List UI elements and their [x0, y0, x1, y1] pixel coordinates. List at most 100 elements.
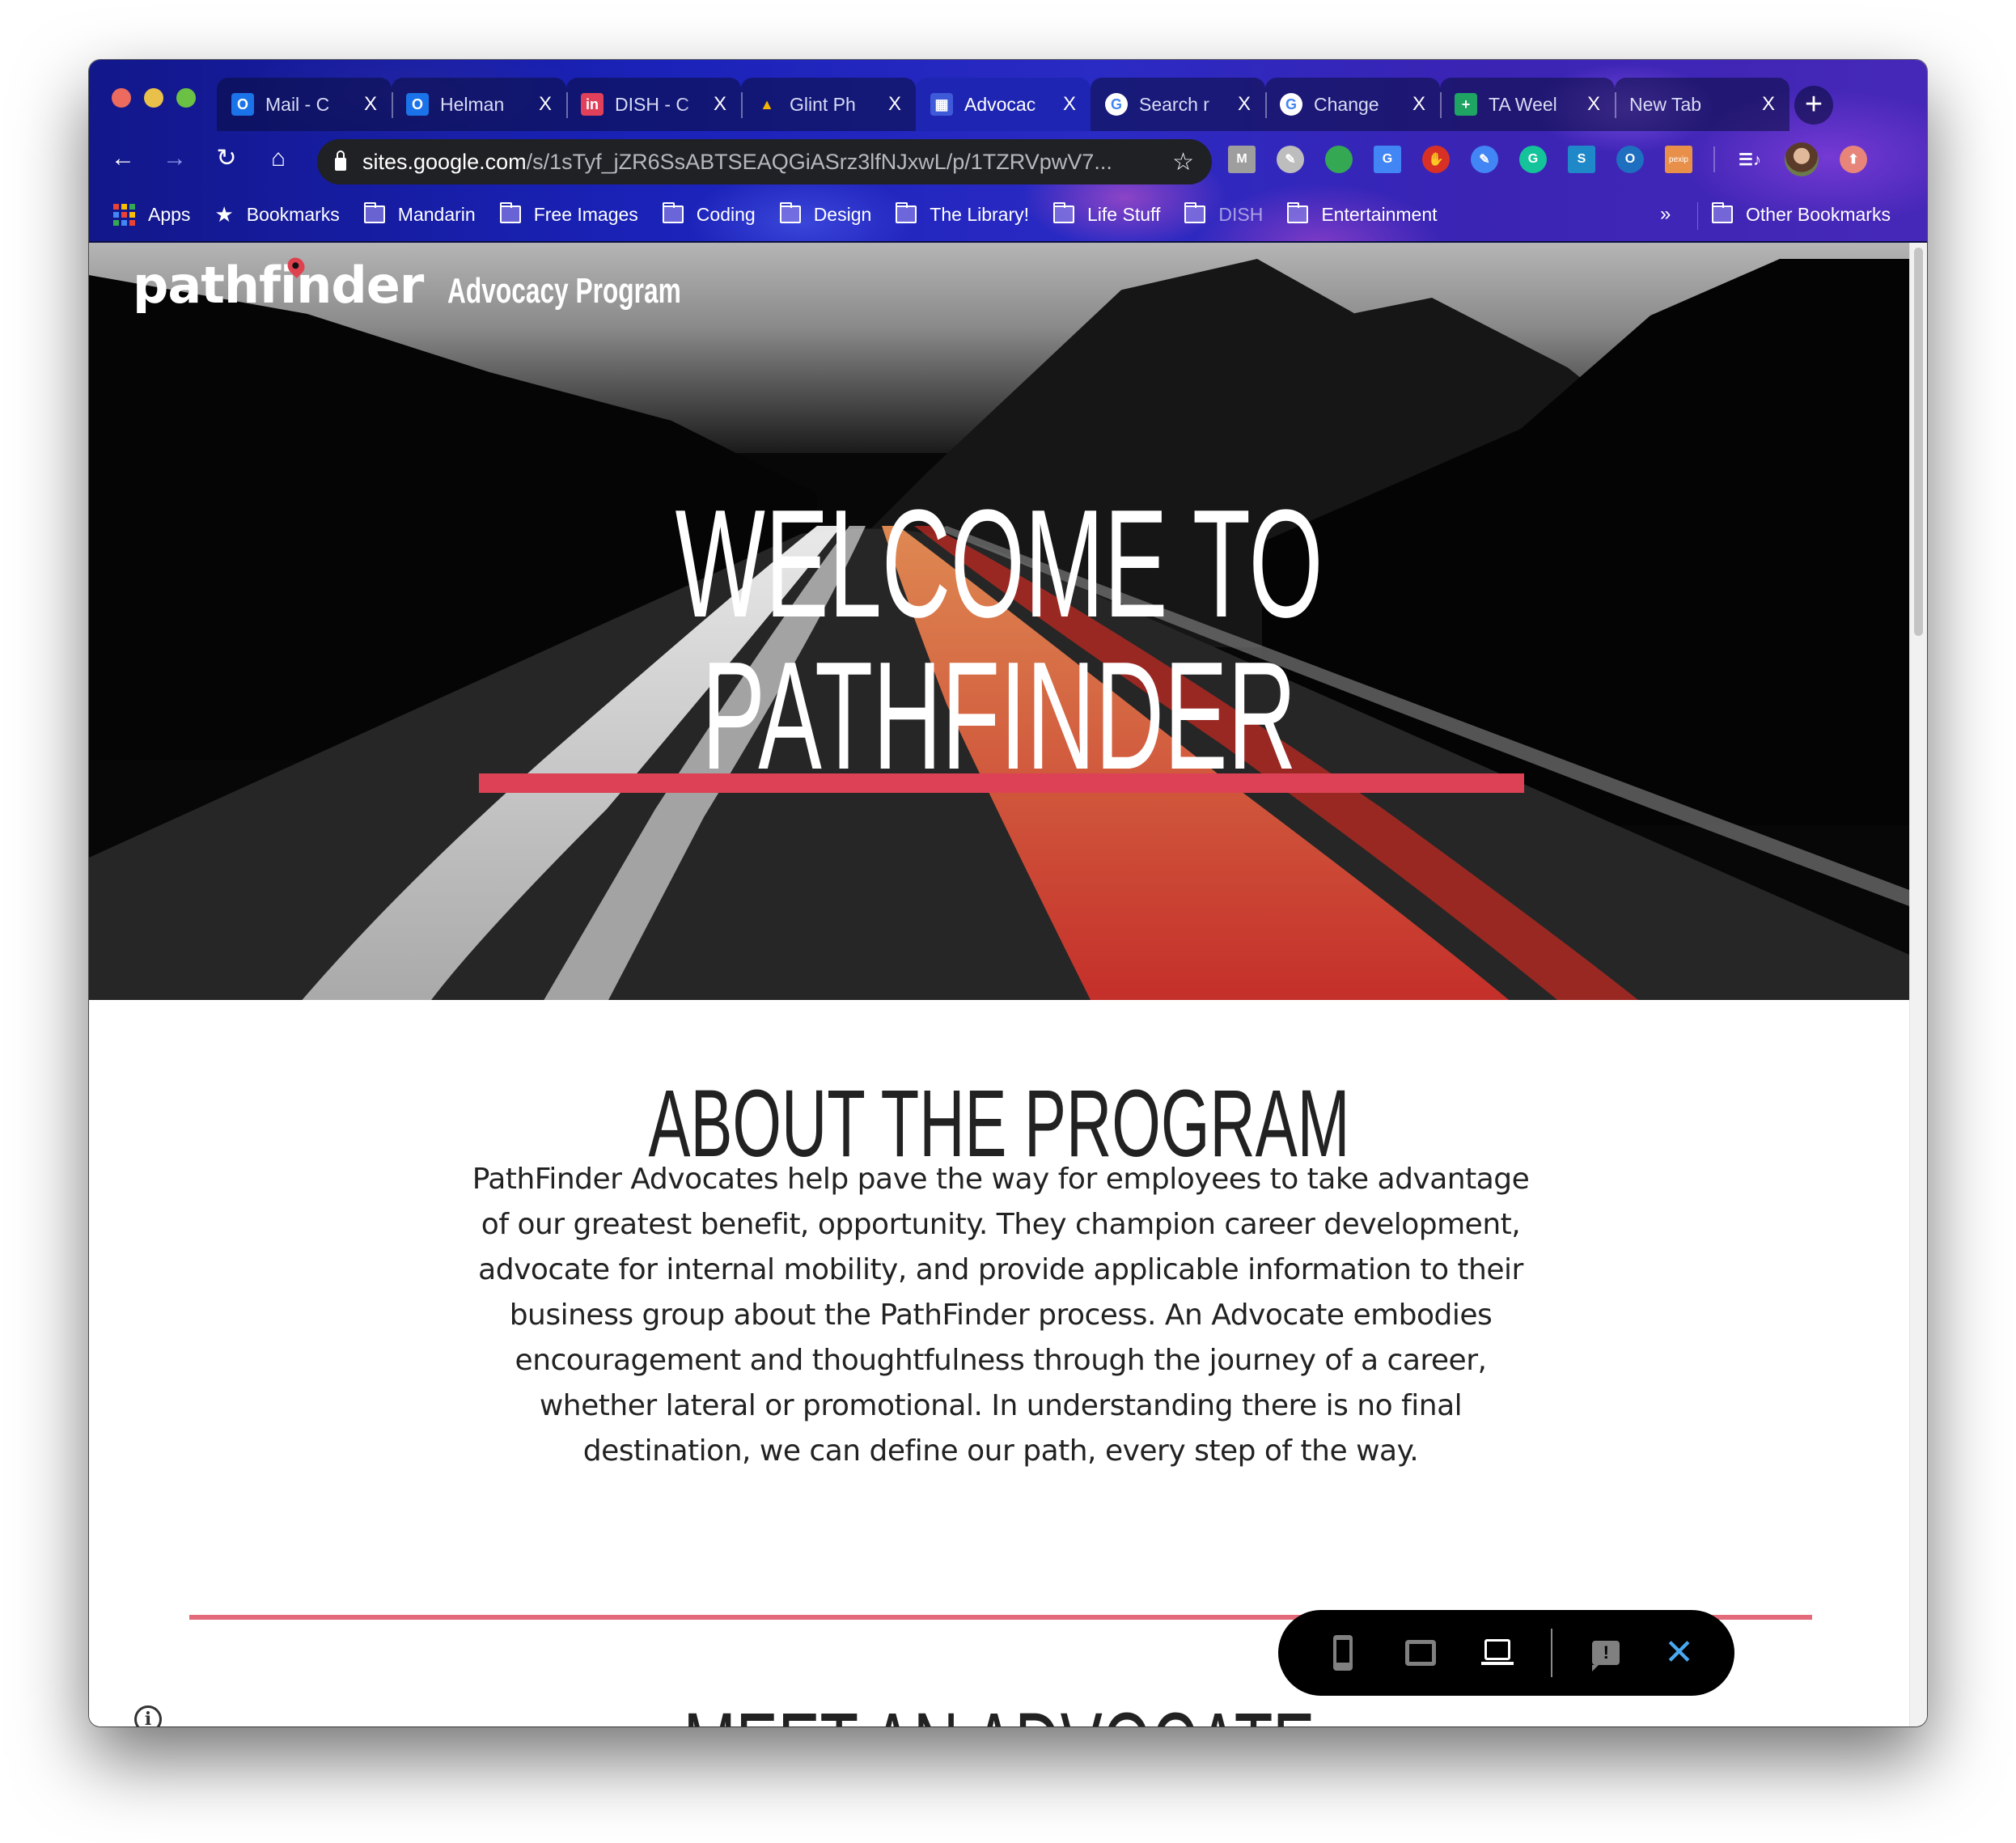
home-button[interactable]: ⌂: [262, 142, 294, 175]
preview-phone-button[interactable]: [1319, 1629, 1367, 1677]
tab-close-icon[interactable]: X: [1063, 93, 1076, 116]
bookmark-design[interactable]: Design: [779, 202, 871, 226]
bookmarks-overflow-button[interactable]: »: [1660, 203, 1671, 226]
bookmark-label: Life Stuff: [1087, 203, 1161, 225]
reload-button[interactable]: ↻: [210, 142, 243, 175]
bookmark-dish[interactable]: DISH: [1184, 202, 1264, 226]
tab-8[interactable]: New Tab X: [1615, 78, 1789, 131]
hero-title-line1: WELCOME TO: [675, 478, 1324, 650]
media-control-icon[interactable]: ☰♪: [1736, 146, 1764, 173]
preview-close-button[interactable]: ✕: [1664, 1635, 1694, 1671]
outlook-icon: O: [406, 93, 429, 116]
update-chrome-icon[interactable]: ⬆: [1840, 146, 1867, 173]
bookmark-life-stuff[interactable]: Life Stuff: [1053, 202, 1161, 226]
folder-icon: [1184, 202, 1206, 223]
google-icon: G: [1280, 93, 1302, 116]
folder-icon: [499, 202, 521, 223]
tab-4[interactable]: ▦ Advocac X: [916, 78, 1091, 131]
google-sites-icon: ▦: [930, 93, 953, 116]
close-window-button[interactable]: [112, 88, 131, 108]
tab-strip: O Mail - C X O Helman Xin DISH - C X ▲ Glint Ph X ▦…: [217, 78, 1789, 131]
preview-laptop-button[interactable]: [1474, 1629, 1523, 1677]
tab-close-icon[interactable]: X: [1587, 93, 1600, 116]
bookmark-label: DISH: [1218, 203, 1264, 225]
tab-title: Helman: [440, 93, 505, 115]
scrollbar-thumb[interactable]: [1914, 248, 1923, 636]
tab-1[interactable]: O Helman X: [392, 78, 566, 131]
tab-2[interactable]: in DISH - C X: [566, 78, 741, 131]
tab-title: New Tab: [1629, 93, 1702, 115]
o-extension-icon[interactable]: O: [1616, 146, 1644, 173]
google-translate-extension-icon[interactable]: G: [1374, 146, 1401, 173]
maximize-window-button[interactable]: [176, 88, 196, 108]
bookmark-apps[interactable]: Apps: [113, 203, 191, 226]
address-bar[interactable]: sites.google.com /s/1sTyf_jZR6SsABTSEAQG…: [317, 139, 1212, 184]
tab-title: Advocac: [964, 93, 1036, 115]
tab-close-icon[interactable]: X: [1762, 93, 1775, 116]
tab-title: Search r: [1139, 93, 1209, 115]
bookmark-star-icon[interactable]: ☆: [1172, 148, 1194, 176]
pexip-extension-icon[interactable]: pexip: [1665, 146, 1692, 173]
tab-close-icon[interactable]: X: [888, 93, 901, 116]
arrow-right-icon: →: [163, 145, 187, 172]
site-logo[interactable]: pathfinder Advocacy Program: [133, 254, 772, 315]
bookmark-entertainment[interactable]: Entertainment: [1287, 202, 1438, 226]
tab-close-icon[interactable]: X: [1412, 93, 1425, 116]
bookmark-coding[interactable]: Coding: [662, 202, 756, 226]
tab-title: TA Weel: [1489, 93, 1557, 115]
bookmark-label: The Library!: [930, 203, 1030, 225]
tab-close-icon[interactable]: X: [1238, 93, 1251, 116]
preview-tablet-button[interactable]: [1396, 1629, 1445, 1677]
feedback-icon: !: [1592, 1641, 1620, 1671]
meet-advocate-heading: MEET AN ADVOCATE: [399, 1699, 1600, 1726]
back-button[interactable]: ←: [107, 142, 139, 175]
tablet-icon: [1404, 1640, 1436, 1666]
minimize-window-button[interactable]: [144, 88, 163, 108]
s-extension-icon[interactable]: S: [1568, 146, 1595, 173]
star-icon: ★: [214, 201, 234, 227]
other-bookmarks-folder[interactable]: Other Bookmarks: [1712, 202, 1891, 226]
google-sheets-icon: +: [1455, 93, 1477, 116]
tab-7[interactable]: + TA Weel X: [1440, 78, 1615, 131]
tab-close-icon[interactable]: X: [539, 93, 552, 116]
gmail-checker-extension-icon[interactable]: M: [1228, 146, 1256, 173]
about-paragraph: PathFinder Advocates help pave the way f…: [472, 1163, 1530, 1468]
tab-0[interactable]: O Mail - C X: [217, 78, 392, 131]
laptop-icon: [1481, 1639, 1514, 1667]
folder-icon: [662, 202, 684, 223]
preview-feedback-button[interactable]: !: [1582, 1629, 1630, 1677]
folder-icon: [779, 202, 801, 223]
apps-grid-icon: [113, 203, 135, 226]
bookmark-free-images[interactable]: Free Images: [499, 202, 638, 226]
outlook-icon: O: [231, 93, 254, 116]
tab-close-icon[interactable]: X: [364, 93, 377, 116]
lock-icon: [335, 150, 346, 171]
new-tab-button[interactable]: +: [1794, 86, 1833, 125]
eyedropper-extension-icon[interactable]: ✎: [1277, 146, 1304, 173]
bookmark-mandarin[interactable]: Mandarin: [363, 202, 476, 226]
page-scrollbar[interactable]: [1909, 243, 1927, 1726]
hero-accent-bar: [479, 773, 1524, 793]
extensions-bar: M ✎ G ✋ ✎ G S Opexip ☰♪ ⬆: [1228, 142, 1867, 176]
tab-6[interactable]: G Change X: [1265, 78, 1440, 131]
browser-window: O Mail - C X O Helman Xin DISH - C X ▲ Glint Ph X ▦…: [89, 60, 1927, 1726]
info-icon[interactable]: i: [134, 1705, 162, 1726]
bookmark-label: Coding: [696, 203, 756, 225]
bookmark-label: Mandarin: [397, 203, 476, 225]
bookmark-label: Apps: [148, 203, 191, 225]
hangouts-extension-icon[interactable]: [1325, 146, 1353, 173]
bookmark-bookmarks[interactable]: ★ Bookmarks: [214, 202, 339, 227]
grammarly-extension-icon[interactable]: G: [1519, 146, 1547, 173]
arrow-left-icon: ←: [111, 145, 135, 172]
profile-avatar[interactable]: [1785, 142, 1819, 176]
extensions-separator: [1713, 146, 1715, 172]
tab-close-icon[interactable]: X: [714, 93, 726, 116]
site-subtitle: Advocacy Program: [447, 271, 682, 311]
tab-3[interactable]: ▲ Glint Ph X: [741, 78, 916, 131]
tab-5[interactable]: G Search r X: [1091, 78, 1265, 131]
adblock-extension-icon[interactable]: ✋: [1422, 146, 1450, 173]
google-keep-extension-icon[interactable]: ✎: [1471, 146, 1498, 173]
hero-title-line2: PATHFINDER: [701, 630, 1297, 802]
bookmark-the-library[interactable]: The Library!: [896, 202, 1030, 226]
forward-button[interactable]: →: [159, 142, 191, 175]
